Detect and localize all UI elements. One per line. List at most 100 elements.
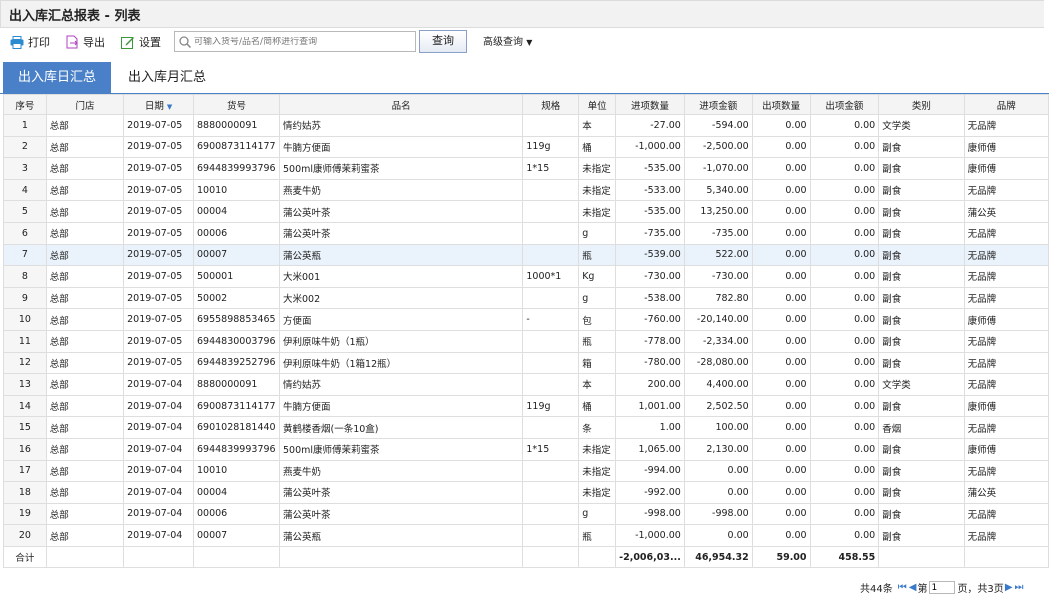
table-row[interactable]: 17 总部 2019-07-04 10010 燕麦牛奶 未指定 -994.00 0.00 0.0… [3,459,1049,483]
table-row[interactable]: 20 总部 2019-07-04 00007 蒲公英瓶瓶 -1,000.00 0.00 0.0… [3,524,1049,547]
cell-in-amount: -735.00 [683,221,753,245]
empty-cell [878,545,965,569]
cell-sku: 8880000091 [193,373,280,396]
advanced-query-dropdown[interactable]: 高级查询 ▼ [483,33,532,48]
cell-out-amount: 0.00 [809,286,880,310]
table-row[interactable]: 7 总部 2019-07-05 00007 蒲公英瓶瓶 -539.00 522.00 0.00… [3,243,1049,267]
export-button[interactable]: 导出 [66,33,105,51]
column-header-date[interactable]: 日期 ▼ [123,94,194,115]
tab-bar: 出入库日汇总 出入库月汇总 [0,62,1049,94]
table-row[interactable]: 4 总部 2019-07-05 10010 燕麦牛奶 未指定 -533.00 5,340.00… [3,178,1049,202]
cell-sku: 6944830003796 [193,329,280,353]
cell-unit: 包 [578,308,617,331]
cell-sku: 50002 [193,286,280,310]
cell-date: 2019-07-04 [123,416,194,439]
cell-date: 2019-07-05 [123,329,194,353]
tab-daily-summary[interactable]: 出入库日汇总 [3,62,111,93]
first-page-icon[interactable]: ⏮ [898,582,907,593]
table-row[interactable]: 18 总部 2019-07-04 00004 蒲公英叶茶 未指定 -992.00 0.00 0.… [3,481,1049,504]
query-button[interactable]: 查询 [419,30,467,53]
cell-unit: 瓶 [578,329,617,353]
cell-seq: 8 [3,265,47,288]
table-row[interactable]: 2 总部 2019-07-05 6900873114177 牛腩方便面 119g 桶 -1,0… [3,135,1049,159]
table-row[interactable]: 16 总部 2019-07-04 6944839993796 500ml康师傅茉莉蜜茶 1… [3,437,1049,461]
edit-settings-icon [121,37,134,49]
table-row[interactable]: 1 总部 2019-07-05 8880000091 情约姑苏 本 -27.00 -594.0… [3,114,1049,137]
column-header-in-qty[interactable]: 进项数量 [615,94,685,115]
cell-category: 副食 [878,200,965,223]
report-table: 序号 门店 日期 ▼ 货号 品名 规格 单位 进项数量 进项金额 出项数量 出项金额 类别 品牌 1 总部 2… [3,94,1049,569]
cell-store: 总部 [45,200,125,223]
column-header-sku[interactable]: 货号 [193,94,280,115]
cell-date: 2019-07-05 [123,157,194,180]
table-row[interactable]: 5 总部 2019-07-05 00004 蒲公英叶茶 未指定 -535.00 13,250.… [3,200,1049,223]
cell-category: 副食 [878,135,965,159]
column-header-brand[interactable]: 品牌 [963,94,1049,115]
cell-in-amount: 782.80 [683,286,753,310]
column-header-unit[interactable]: 单位 [578,94,617,115]
page-number-input[interactable] [929,581,956,594]
cell-category: 副食 [878,351,965,375]
cell-in-amount: -28,080.00 [683,351,753,375]
prev-page-icon[interactable]: ◀ [909,582,917,593]
cell-product-name: 大米001 [278,265,524,288]
last-page-icon[interactable]: ⏭ [1015,582,1024,593]
cell-in-qty: -735.00 [615,221,685,245]
cell-date: 2019-07-05 [123,308,194,331]
next-page-icon[interactable]: ▶ [1005,582,1013,593]
column-header-seq[interactable]: 序号 [3,94,47,115]
cell-spec: 1*15 [522,437,580,461]
column-header-in-amount[interactable]: 进项金额 [683,94,753,115]
cell-unit: 未指定 [578,200,617,223]
table-row[interactable]: 14 总部 2019-07-04 6900873114177 牛腩方便面 119g 桶 1,0… [3,394,1049,418]
cell-product-name: 500ml康师傅茉莉蜜茶 [278,437,524,461]
table-row[interactable]: 6 总部 2019-07-05 00006 蒲公英叶茶 g -735.00 -735.00 0.… [3,221,1049,245]
table-header-row: 序号 门店 日期 ▼ 货号 品名 规格 单位 进项数量 进项金额 出项数量 出项金额 类别 品牌 [3,94,1049,115]
cell-spec [522,481,580,504]
cell-unit: g [578,286,617,310]
print-button[interactable]: 打印 [10,33,50,51]
cell-spec [522,114,580,137]
table-row[interactable]: 11 总部 2019-07-05 6944830003796 伊利原味牛奶（1瓶） 瓶 -7… [3,329,1049,353]
cell-out-qty: 0.00 [751,459,811,483]
cell-date: 2019-07-04 [123,524,194,547]
cell-out-qty: 0.00 [751,394,811,418]
cell-seq: 19 [3,502,47,526]
table-row[interactable]: 3 总部 2019-07-05 6944839993796 500ml康师傅茉莉蜜茶 1*… [3,157,1049,180]
column-header-product-name[interactable]: 品名 [278,94,524,115]
cell-product-name: 燕麦牛奶 [278,178,524,202]
column-header-spec[interactable]: 规格 [522,94,580,115]
table-row[interactable]: 8 总部 2019-07-05 500001 大米001 1000*1 Kg -730.00-… [3,265,1049,288]
cell-brand: 蒲公英 [963,200,1049,223]
cell-date: 2019-07-05 [123,286,194,310]
table-row[interactable]: 19 总部 2019-07-04 00006 蒲公英叶茶 g -998.00 -998.00 0… [3,502,1049,526]
settings-button[interactable]: 设置 [121,33,161,51]
pager: 共44条 ⏮ ◀ 第 页，共3页 ▶ ⏭ [860,580,1025,595]
search-input[interactable] [192,36,411,47]
tab-monthly-summary[interactable]: 出入库月汇总 [114,62,220,93]
cell-in-qty: -730.00 [615,265,685,288]
cell-in-amount: 13,250.00 [683,200,753,223]
cell-spec: 1*15 [522,157,580,180]
table-row[interactable]: 10 总部 2019-07-05 6955898853465 方便面 - 包 -760.00-… [3,308,1049,331]
cell-product-name: 蒲公英叶茶 [278,502,524,526]
table-row[interactable]: 15 总部 2019-07-04 6901028181440 黄鹤楼香烟(一条10盒) 条… [3,416,1049,439]
table-row[interactable]: 13 总部 2019-07-04 8880000091 情约姑苏 本 200.00 4,400… [3,373,1049,396]
table-row[interactable]: 9 总部 2019-07-05 50002 大米002 g -538.00 782.80 0.0… [3,286,1049,310]
cell-unit: Kg [578,265,617,288]
cell-in-qty: -1,000.00 [615,524,685,547]
column-header-out-qty[interactable]: 出项数量 [751,94,811,115]
cell-category: 副食 [878,308,965,331]
table-row[interactable]: 12 总部 2019-07-05 6944839252796 伊利原味牛奶（1箱12瓶）… [3,351,1049,375]
export-label: 导出 [83,36,105,49]
cell-category: 副食 [878,221,965,245]
page-prefix: 第 [917,584,928,595]
column-header-category[interactable]: 类别 [878,94,965,115]
cell-product-name: 蒲公英瓶 [278,243,524,267]
column-header-out-amount[interactable]: 出项金额 [809,94,880,115]
column-header-label: 出项金额 [825,100,864,112]
cell-sku: 00006 [193,502,280,526]
cell-brand: 康师傅 [963,394,1049,418]
cell-sku: 10010 [193,459,280,483]
column-header-store[interactable]: 门店 [45,94,125,115]
